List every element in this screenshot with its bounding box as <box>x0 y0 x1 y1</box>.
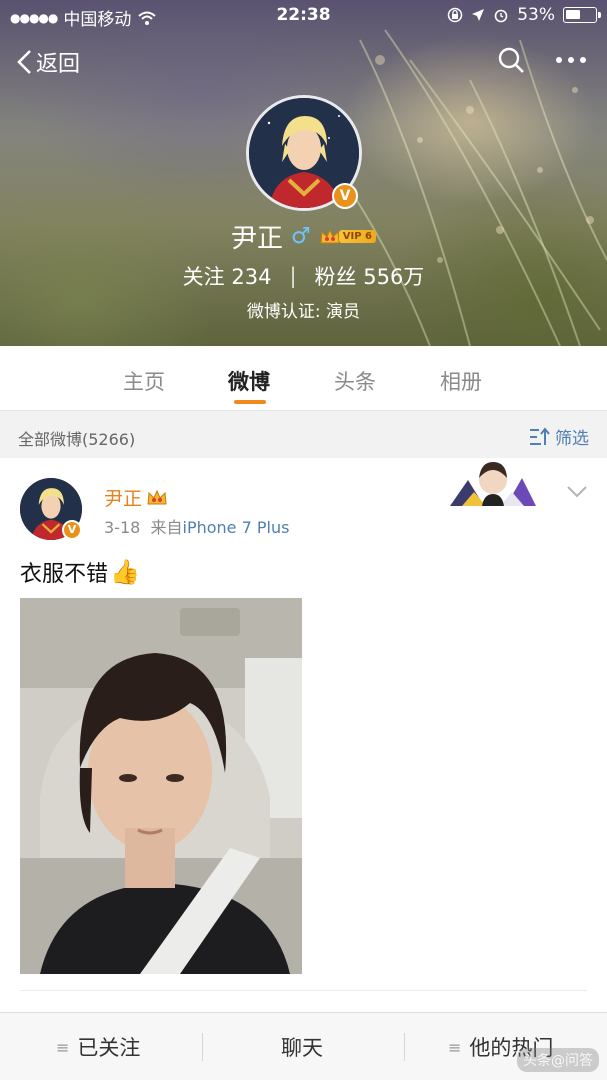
chat-label: 聊天 <box>281 1036 323 1060</box>
crown-icon <box>320 228 340 243</box>
profile-name: 尹正 <box>231 224 284 254</box>
menu-icon: ≡ <box>448 1037 462 1057</box>
selfie-image <box>20 598 302 974</box>
battery-percent: 53% <box>517 5 555 25</box>
filter-button[interactable]: 筛选 <box>529 424 589 449</box>
filter-icon <box>530 426 550 445</box>
post-divider <box>20 990 587 991</box>
more-icon[interactable] <box>555 56 587 64</box>
verified-badge-small: V <box>62 520 82 540</box>
follow-status-button[interactable]: ≡ 已关注 <box>56 1032 140 1062</box>
bottom-divider <box>202 1033 203 1061</box>
follow-status-label: 已关注 <box>77 1036 141 1060</box>
post-body: 衣服不错 <box>20 562 109 587</box>
tab-headlines[interactable]: 头条 <box>334 366 376 396</box>
back-label: 返回 <box>36 52 81 77</box>
post-date: 3-18 <box>104 518 141 537</box>
menu-icon: ≡ <box>56 1037 70 1057</box>
bottom-action-bar: ≡ 已关注 聊天 ≡ 他的热门 <box>0 1012 607 1080</box>
male-icon: ♂ <box>291 224 311 249</box>
active-tab-indicator <box>234 400 266 404</box>
filter-bar: 全部微博(5266) 筛选 <box>0 410 607 458</box>
followers-label: 粉丝 <box>314 265 357 289</box>
tab-home[interactable]: 主页 <box>123 366 165 396</box>
profile-stats: 关注 234 | 粉丝 556万 <box>0 261 607 291</box>
back-button[interactable]: 返回 <box>16 46 80 78</box>
tab-weibo[interactable]: 微博 <box>228 366 270 396</box>
chevron-down-icon[interactable] <box>567 486 587 498</box>
chat-button[interactable]: 聊天 <box>281 1032 323 1062</box>
post-photo[interactable] <box>20 598 302 974</box>
stats-divider: | <box>289 264 297 288</box>
post-text: 衣服不错 👍 <box>20 556 140 588</box>
rotation-lock-icon <box>447 7 463 23</box>
following-count: 234 <box>231 265 272 289</box>
followers-count: 556万 <box>363 265 425 289</box>
profile-tabs: 主页 微博 头条 相册 <box>0 346 607 410</box>
chevron-left-icon <box>17 50 31 74</box>
post-card: V 尹正 3-18 来自iPhone 7 Plus 衣服不错 👍 <box>0 458 607 1018</box>
card-decoration-icon <box>450 462 536 506</box>
post-meta: 3-18 来自iPhone 7 Plus <box>104 514 289 538</box>
status-bar: ●●●●● 中国移动 22:38 53% <box>0 0 607 32</box>
post-author-name[interactable]: 尹正 <box>104 484 142 511</box>
search-icon[interactable] <box>497 46 525 74</box>
following-label: 关注 <box>182 265 225 289</box>
vip-level: VIP 6 <box>338 230 376 243</box>
vip-badge[interactable]: VIP 6 <box>319 227 376 247</box>
post-source: iPhone 7 Plus <box>182 518 290 537</box>
alarm-icon <box>494 9 508 23</box>
battery-icon <box>563 7 601 23</box>
certification-text: 微博认证: 演员 <box>246 302 361 322</box>
tab-album[interactable]: 相册 <box>440 366 482 396</box>
all-posts-count: 全部微博(5266) <box>18 430 136 449</box>
profile-header: ●●●●● 中国移动 22:38 53% 返回 V 尹正 ♂ VIP 6 关注 … <box>0 0 607 346</box>
bottom-divider <box>404 1033 405 1061</box>
watermark: 头条@问答 <box>517 1048 599 1072</box>
location-icon <box>472 9 485 21</box>
following-stat[interactable]: 关注 234 <box>183 261 272 291</box>
followers-stat[interactable]: 粉丝 556万 <box>315 261 425 291</box>
thumbs-up-icon: 👍 <box>110 558 140 586</box>
crown-icon <box>147 489 167 504</box>
verified-badge: V <box>332 183 358 209</box>
filter-label: 筛选 <box>555 429 589 449</box>
post-source-prefix: 来自 <box>150 518 183 537</box>
battery-level <box>566 10 580 19</box>
